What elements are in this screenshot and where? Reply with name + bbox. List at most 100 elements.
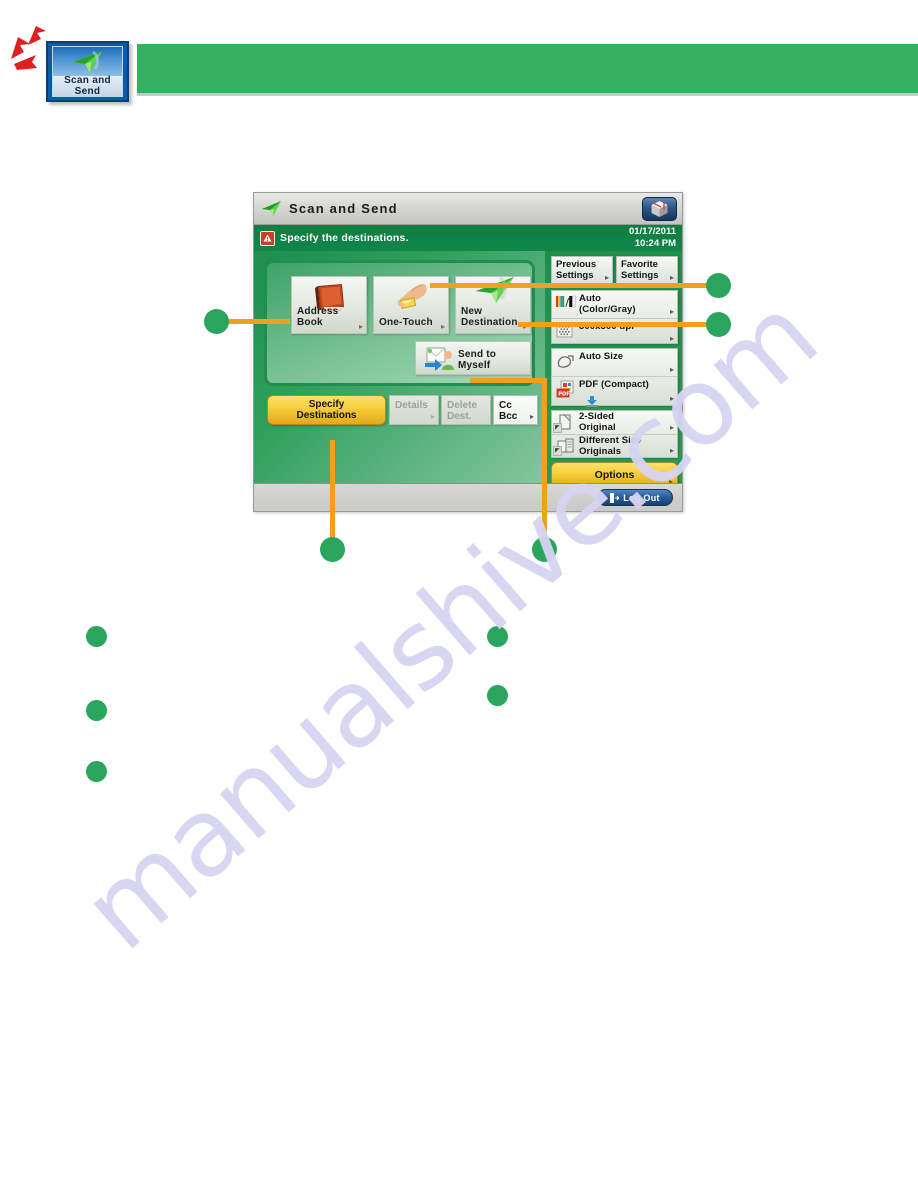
setting-row-different-size[interactable]: ◤ Different Size Originals ▸ (552, 434, 677, 457)
setting-file-format-label: PDF (Compact) (579, 379, 649, 390)
paper-plane-icon (476, 275, 514, 303)
favorite-settings-line1: Favorite (621, 259, 658, 270)
setting-row-two-sided[interactable]: ◤ 2-Sided Original ▸ (552, 411, 677, 434)
tab-icon-label: Scan and Send (52, 75, 123, 97)
chevron-right-icon: ▸ (669, 423, 674, 432)
previous-settings-button[interactable]: Previous Settings ▸ (551, 256, 613, 286)
hand-card-icon (397, 283, 427, 309)
delete-destination-button[interactable]: Delete Dest. (441, 395, 491, 425)
send-to-myself-label: Send to Myself (458, 349, 497, 371)
panel-title-bar: Scan and Send (254, 193, 682, 225)
delete-line1: Delete (447, 400, 478, 411)
3d-cube-icon (651, 201, 668, 217)
attention-flash-icon-3 (14, 55, 37, 70)
original-badge-icon: ◤ (553, 423, 562, 433)
settings-group-color-resolution: / Auto (Color/Gray) ▸ ▸ (551, 290, 678, 344)
chevron-right-icon: ▸ (604, 272, 609, 282)
scan-size-icon (556, 353, 576, 372)
chevron-right-icon: ▸ (430, 412, 435, 421)
chevron-right-icon: ▸ (440, 322, 445, 331)
settings-group-originals: ◤ 2-Sided Original ▸ ◤ Different Size Orig… (551, 410, 678, 458)
callout-leader-line-settings-top (430, 283, 708, 288)
settings-memory-buttons: Previous Settings ▸ Favorite Settings ▸ (551, 256, 678, 286)
chevron-right-icon: ▸ (669, 334, 674, 343)
legend-marker-1 (86, 626, 107, 647)
alert-triangle-icon (260, 230, 275, 246)
favorite-settings-button[interactable]: Favorite Settings ▸ (616, 256, 678, 286)
chevron-right-icon: ▸ (669, 365, 674, 374)
color-mode-icon: / (556, 295, 576, 314)
download-arrow-icon (585, 394, 599, 407)
banner-underline (137, 93, 918, 96)
address-book-label: Address Book (297, 306, 339, 328)
cc-bcc-button[interactable]: Cc Bcc ▸ (493, 395, 538, 425)
chevron-right-icon: ▸ (669, 394, 674, 403)
scan-and-send-tab-icon[interactable]: Scan and Send (46, 41, 129, 102)
legend-marker-2 (86, 700, 107, 721)
paper-plane-icon (262, 200, 281, 217)
svg-text:/: / (565, 296, 569, 308)
new-destination-label: New Destination (461, 306, 518, 328)
ccbcc-line1: Cc (499, 400, 512, 411)
options-label: Options (594, 469, 635, 481)
panel-time: 10:24 PM (634, 238, 676, 249)
delete-line2: Dest. (447, 411, 472, 422)
callout-leader-line-specify (330, 440, 335, 541)
page-watermark: manualshive.com (0, 0, 918, 1188)
destination-action-row: Specify Destinations Details ▸ Delete Dest… (254, 393, 545, 429)
legend-marker-3 (86, 761, 107, 782)
legend-marker-5 (487, 685, 508, 706)
previous-settings-line2: Settings (556, 269, 594, 281)
details-label: Details (395, 400, 428, 411)
status-strip: Specify the destinations. 01/17/2011 10:… (254, 225, 682, 251)
page-title: Scan and Send (289, 201, 398, 216)
specify-destinations-button[interactable]: Specify Destinations (267, 395, 386, 425)
previous-settings-line1: Previous (556, 259, 597, 270)
details-button[interactable]: Details ▸ (389, 395, 439, 425)
callout-leader-line-send-myself-v (542, 378, 547, 541)
panel-bottom-bar: Log Out (254, 483, 682, 511)
setting-scan-size-label: Auto Size (579, 351, 624, 362)
send-to-myself-icon (425, 347, 454, 371)
tab-icon-image (52, 46, 123, 76)
callout-leader-line-resolution (518, 322, 708, 327)
callout-marker-address-book (204, 309, 229, 334)
callout-marker-specify-destinations (320, 537, 345, 562)
panel-datetime: 01/17/2011 10:24 PM (629, 226, 676, 250)
specify-line2: Destinations (296, 410, 357, 421)
setting-two-sided-label: 2-Sided Original (579, 411, 616, 433)
tab-label-line2: Send (74, 86, 101, 97)
setting-color-mode-label: Auto (Color/Gray) (579, 293, 636, 315)
top-green-banner (137, 44, 918, 93)
paper-plane-icon (72, 50, 102, 73)
status-message: Specify the destinations. (280, 232, 409, 244)
tab-label-line1: Scan and (64, 75, 111, 86)
callout-marker-send-to-myself (532, 537, 557, 562)
callout-leader-line-address-book (228, 319, 290, 324)
cube-button[interactable] (642, 197, 677, 221)
setting-row-color-mode[interactable]: / Auto (Color/Gray) ▸ (552, 291, 677, 318)
svg-text:PDF: PDF (558, 392, 570, 398)
setting-row-scan-size[interactable]: Auto Size ▸ (552, 349, 677, 376)
setting-different-size-label: Different Size Originals (579, 435, 642, 457)
destination-button-group: Address Book ▸ One-Touch ▸ New Destinati… (264, 260, 535, 386)
chevron-right-icon: ▸ (529, 412, 534, 421)
chevron-right-icon: ▸ (669, 446, 674, 455)
one-touch-label: One-Touch (379, 317, 433, 328)
favorite-settings-line2: Settings (621, 269, 659, 281)
settings-group-size-format: Auto Size ▸ PDF PDF (Compact) ▸ (551, 348, 678, 407)
callout-marker-resolution (706, 312, 731, 337)
send-to-myself-button[interactable]: Send to Myself (415, 341, 531, 375)
chevron-right-icon: ▸ (669, 272, 674, 282)
callout-marker-settings-top (706, 273, 731, 298)
chevron-right-icon: ▸ (358, 322, 363, 331)
panel-date: 01/17/2011 (628, 226, 676, 237)
log-out-button[interactable]: Log Out (597, 489, 673, 506)
logout-icon (610, 492, 620, 503)
setting-row-file-format[interactable]: PDF PDF (Compact) ▸ (552, 376, 677, 407)
address-book-button[interactable]: Address Book ▸ (291, 276, 367, 334)
callout-leader-line-send-myself-h (470, 378, 547, 383)
pdf-file-icon: PDF (556, 380, 576, 399)
log-out-label: Log Out (623, 492, 660, 503)
legend-marker-4 (487, 626, 508, 647)
